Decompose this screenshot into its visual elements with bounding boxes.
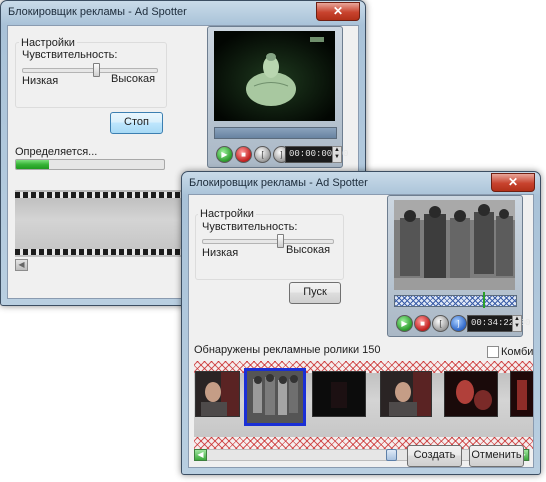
seek-marker[interactable]: [483, 292, 485, 308]
sensitivity-low-label: Низкая: [202, 247, 239, 259]
thumbnail-image: [381, 372, 431, 416]
cancel-button[interactable]: Отменить: [469, 445, 524, 467]
window-title: Блокировщик рекламы - Ad Spotter: [8, 6, 187, 18]
stop-playback-button[interactable]: ■: [414, 315, 431, 332]
thumbnail-image: [247, 371, 303, 423]
close-icon: ✕: [507, 175, 519, 189]
mark-in-button[interactable]: [: [432, 315, 449, 332]
settings-label: Настройки: [19, 37, 77, 49]
play-button[interactable]: ▶: [216, 146, 233, 163]
scrollbar-thumb[interactable]: [386, 449, 397, 461]
timecode-spinner[interactable]: ▲ ▼: [332, 146, 342, 163]
video-preview: [394, 200, 515, 290]
combine-checkbox[interactable]: [487, 346, 499, 358]
progress-fill: [16, 160, 49, 169]
sensitivity-high-label: Высокая: [286, 244, 331, 256]
video-seek-bar[interactable]: [394, 295, 517, 307]
ad-thumbnail[interactable]: [444, 371, 498, 417]
thumbnail-image: [511, 372, 533, 416]
mark-out-button[interactable]: ]: [450, 315, 467, 332]
timecode-spinner[interactable]: ▲ ▼: [512, 315, 522, 332]
video-monitor: ▶ ■ [ ] 00:34:22:00 ▲ ▼: [387, 195, 530, 337]
title-bar[interactable]: Блокировщик рекламы - Ad Spotter ✕: [182, 172, 540, 196]
create-button[interactable]: Создать: [407, 445, 462, 467]
mark-in-button[interactable]: [: [254, 146, 271, 163]
scroll-left-button[interactable]: ◀: [194, 449, 207, 461]
preview-image: [394, 200, 515, 290]
front-window: Блокировщик рекламы - Ad Spotter ✕ Настр…: [181, 171, 541, 475]
video-monitor: ▶ ■ [ ] 00:00:00:00 ▲ ▼: [207, 26, 348, 168]
start-button[interactable]: Пуск: [289, 282, 341, 304]
ad-thumbnail[interactable]: [312, 371, 366, 417]
video-seek-bar[interactable]: [214, 127, 337, 139]
play-icon: ▶: [221, 150, 228, 159]
play-button[interactable]: ▶: [396, 315, 413, 332]
preview-image: [214, 31, 335, 121]
mark-out-icon: ]: [280, 150, 283, 159]
close-button[interactable]: ✕: [316, 2, 360, 21]
sensitivity-label: Чувствительность:: [202, 221, 298, 233]
combine-label: Комбинир: [501, 346, 534, 358]
ad-thumbnail[interactable]: [195, 371, 240, 417]
mark-out-icon: ]: [457, 319, 460, 328]
sensitivity-high-label: Высокая: [111, 73, 156, 85]
ad-thumbnail[interactable]: [380, 371, 432, 417]
window-title: Блокировщик рекламы - Ad Spotter: [189, 177, 368, 189]
window-client-area: Настройки Чувствительность: Низкая Высок…: [188, 194, 534, 468]
thumbnail-image: [196, 372, 239, 416]
settings-label: Настройки: [198, 208, 256, 220]
status-text: Определяется...: [15, 146, 98, 158]
sensitivity-low-label: Низкая: [22, 75, 59, 87]
sensitivity-slider-thumb[interactable]: [92, 63, 100, 77]
close-icon: ✕: [332, 4, 344, 18]
ads-film-strip: [194, 361, 533, 449]
stop-icon: ■: [241, 150, 246, 159]
play-icon: ▶: [401, 319, 408, 328]
arrow-left-icon: ◀: [18, 260, 25, 269]
scroll-left-button[interactable]: ◀: [15, 259, 28, 271]
ad-thumbnail-selected[interactable]: [244, 368, 306, 426]
ad-thumbnail[interactable]: [510, 371, 533, 417]
thumbnail-image: [313, 372, 365, 416]
timecode-display[interactable]: 00:34:22:00: [467, 315, 530, 332]
stop-button[interactable]: Стоп: [110, 112, 163, 134]
stop-icon: ■: [420, 319, 425, 328]
sensitivity-slider-thumb[interactable]: [277, 234, 284, 248]
timecode-display[interactable]: 00:00:00:00: [285, 146, 348, 163]
detection-progress-bar: [15, 159, 165, 170]
thumbnail-image: [445, 372, 497, 416]
found-ads-label: Обнаружены рекламные ролики 150: [194, 344, 381, 356]
title-bar[interactable]: Блокировщик рекламы - Ad Spotter ✕: [1, 1, 365, 25]
sensitivity-label: Чувствительность:: [22, 49, 118, 61]
mark-in-icon: [: [261, 150, 264, 159]
stop-playback-button[interactable]: ■: [235, 146, 252, 163]
video-preview: [214, 31, 335, 121]
mark-in-icon: [: [439, 319, 442, 328]
close-button[interactable]: ✕: [491, 173, 535, 192]
arrow-left-icon: ◀: [197, 450, 204, 459]
